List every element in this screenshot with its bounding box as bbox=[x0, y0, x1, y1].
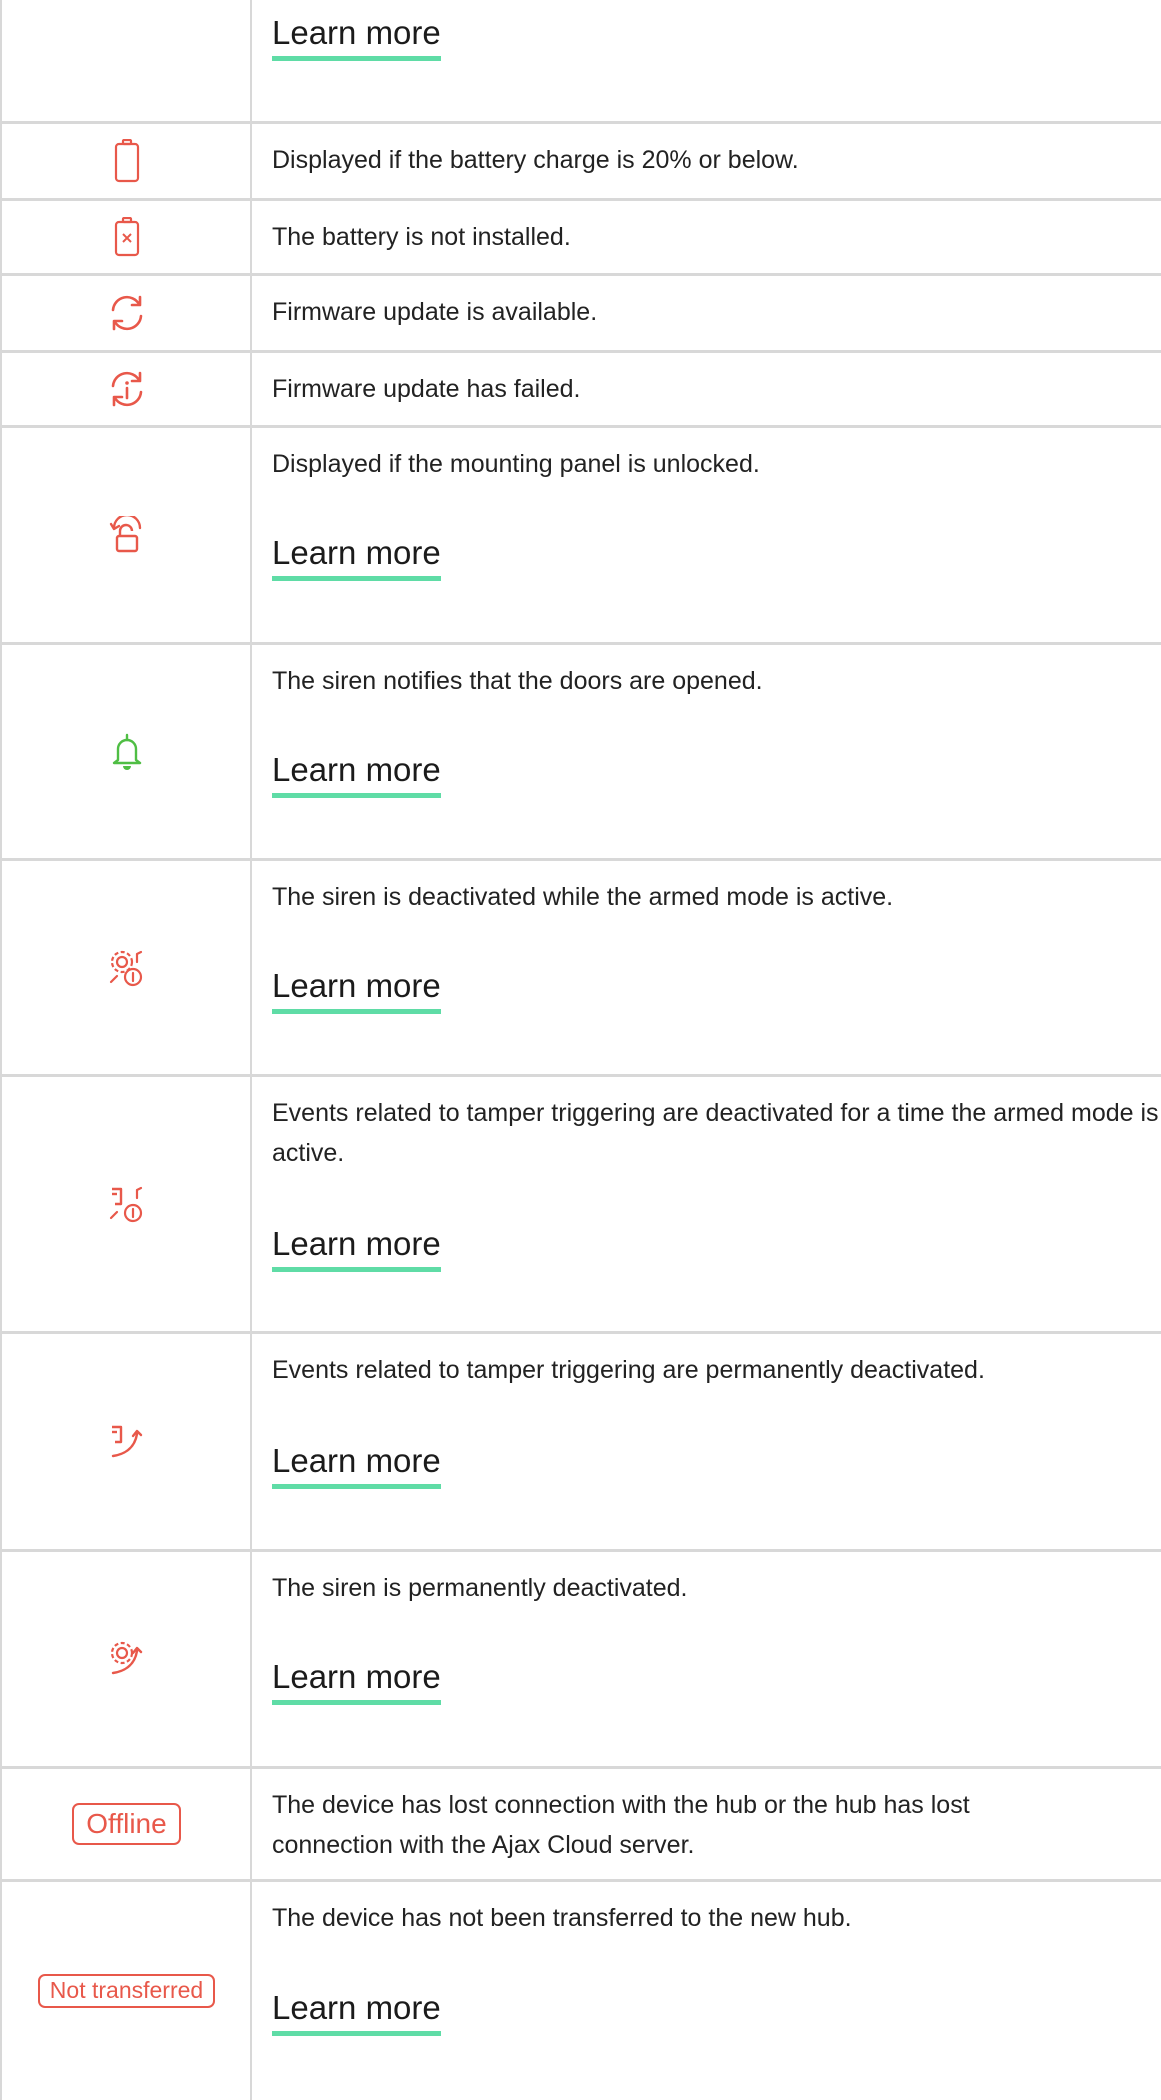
description-text: Displayed if the mounting panel is unloc… bbox=[272, 450, 760, 478]
learn-more-link[interactable]: Learn more bbox=[272, 749, 441, 798]
learn-more-link[interactable]: Learn more bbox=[272, 1656, 441, 1705]
description-cell: Displayed if the mounting panel is unloc… bbox=[272, 428, 1161, 645]
table-row: The siren is permanently deactivated. Le… bbox=[2, 1552, 1161, 1769]
icon-cell bbox=[2, 353, 251, 425]
description-text: The siren is permanently deactivated. bbox=[272, 1574, 688, 1602]
unlocked-panel-icon bbox=[109, 516, 145, 554]
battery-low-icon bbox=[114, 139, 140, 183]
table-row: Events related to tamper triggering are … bbox=[2, 1334, 1161, 1552]
description-text: Firmware update is available. bbox=[272, 298, 598, 326]
firmware-update-icon bbox=[107, 293, 147, 333]
description-text: The device has lost connection with the … bbox=[272, 1791, 970, 1859]
learn-more-link[interactable]: Learn more bbox=[272, 965, 441, 1014]
status-icons-table: Learn more Displayed if the battery char… bbox=[0, 0, 1161, 2100]
battery-missing-icon bbox=[114, 217, 140, 257]
description-cell: The siren is permanently deactivated. Le… bbox=[272, 1552, 1161, 1769]
learn-more-link[interactable]: Learn more bbox=[272, 1223, 441, 1272]
description-text: The siren is deactivated while the armed… bbox=[272, 883, 894, 911]
description-text: The battery is not installed. bbox=[272, 223, 571, 251]
table-row: Events related to tamper triggering are … bbox=[2, 1077, 1161, 1334]
icon-cell: Not transferred bbox=[2, 1882, 251, 2100]
icon-cell bbox=[2, 124, 251, 198]
table-row: The siren notifies that the doors are op… bbox=[2, 645, 1161, 861]
offline-badge: Offline bbox=[72, 1803, 181, 1845]
description-cell: Firmware update has failed. bbox=[272, 353, 1161, 428]
icon-cell bbox=[2, 276, 251, 350]
description-text: Firmware update has failed. bbox=[272, 375, 581, 403]
icon-cell bbox=[2, 1334, 251, 1549]
learn-more-link[interactable]: Learn more bbox=[272, 12, 441, 61]
description-text: The device has not been transferred to t… bbox=[272, 1904, 852, 1932]
icon-cell bbox=[2, 1077, 251, 1331]
description-cell: The siren is deactivated while the armed… bbox=[272, 861, 1161, 1077]
icon-cell bbox=[2, 861, 251, 1074]
table-row: Firmware update is available. bbox=[2, 276, 1161, 353]
table-row: Firmware update has failed. bbox=[2, 353, 1161, 428]
description-cell: Events related to tamper triggering are … bbox=[272, 1334, 1161, 1552]
icon-cell bbox=[2, 1552, 251, 1766]
table-row: Displayed if the mounting panel is unloc… bbox=[2, 428, 1161, 645]
tamper-deactivated-armed-icon bbox=[107, 1184, 147, 1224]
siren-deactivated-permanent-icon bbox=[107, 1639, 147, 1679]
table-row: The battery is not installed. bbox=[2, 201, 1161, 276]
not-transferred-badge: Not transferred bbox=[37, 1974, 216, 2008]
icon-cell bbox=[2, 428, 251, 642]
firmware-update-failed-icon bbox=[107, 369, 147, 409]
description-cell: Learn more bbox=[272, 0, 1161, 124]
table-row: The siren is deactivated while the armed… bbox=[2, 861, 1161, 1077]
description-text: Events related to tamper triggering are … bbox=[272, 1356, 985, 1384]
icon-cell: Offline bbox=[2, 1769, 251, 1879]
description-text: Displayed if the battery charge is 20% o… bbox=[272, 146, 799, 174]
bell-icon bbox=[110, 732, 144, 772]
table-row: Offline The device has lost connection w… bbox=[2, 1769, 1161, 1882]
description-text: Events related to tamper triggering are … bbox=[272, 1099, 1159, 1167]
learn-more-link[interactable]: Learn more bbox=[272, 1987, 441, 2036]
description-cell: The device has lost connection with the … bbox=[272, 1769, 1161, 1882]
icon-cell bbox=[2, 201, 251, 273]
description-cell: The battery is not installed. bbox=[272, 201, 1161, 276]
description-cell: The siren notifies that the doors are op… bbox=[272, 645, 1161, 861]
table-row: Not transferred The device has not been … bbox=[2, 1882, 1161, 2100]
description-cell: Events related to tamper triggering are … bbox=[272, 1077, 1161, 1334]
learn-more-link[interactable]: Learn more bbox=[272, 532, 441, 581]
table-row: Learn more bbox=[2, 0, 1161, 124]
table-row: Displayed if the battery charge is 20% o… bbox=[2, 124, 1161, 201]
description-cell: Firmware update is available. bbox=[272, 276, 1161, 353]
description-cell: Displayed if the battery charge is 20% o… bbox=[272, 124, 1161, 201]
tamper-deactivated-permanent-icon bbox=[107, 1422, 147, 1462]
icon-cell bbox=[2, 645, 251, 858]
description-text: The siren notifies that the doors are op… bbox=[272, 667, 763, 695]
description-cell: The device has not been transferred to t… bbox=[272, 1882, 1161, 2100]
learn-more-link[interactable]: Learn more bbox=[272, 1440, 441, 1489]
siren-deactivated-armed-icon bbox=[107, 948, 147, 988]
